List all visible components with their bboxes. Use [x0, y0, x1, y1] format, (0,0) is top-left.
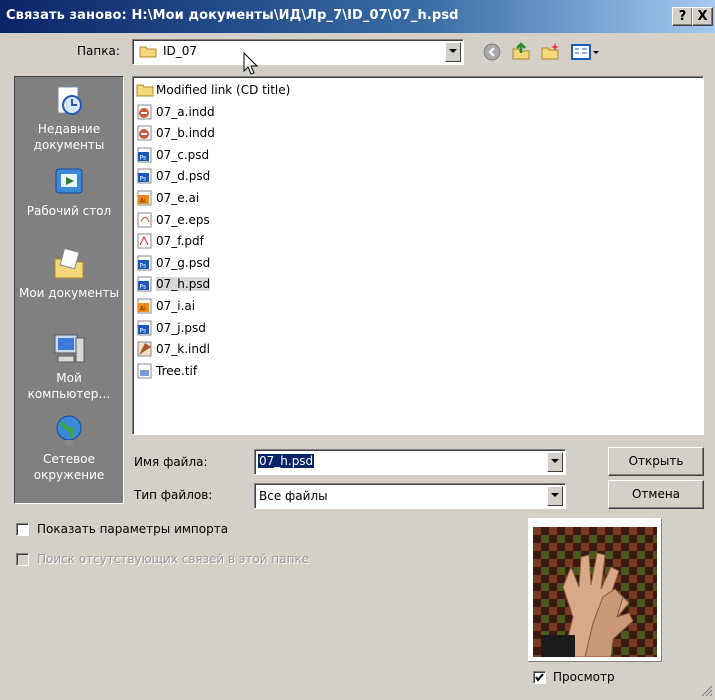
file-list-item[interactable]: 07_a.indd	[136, 102, 215, 122]
preview-label: Просмотр	[553, 670, 615, 684]
file-name: 07_h.psd	[156, 277, 211, 292]
show-import-checkbox[interactable]	[16, 523, 29, 536]
file-name: 07_e.eps	[156, 212, 210, 227]
file-name: 07_g.psd	[156, 255, 211, 270]
network-icon	[52, 413, 86, 447]
file-list-item[interactable]: 07_b.indd	[136, 123, 215, 143]
place-label: Мои документы	[18, 286, 120, 300]
filetype-label: Тип файлов:	[134, 488, 213, 502]
ai-file-icon: Ai	[136, 190, 154, 206]
filename-dropdown-button[interactable]	[547, 452, 563, 472]
file-name: 07_a.indd	[156, 104, 215, 119]
my-documents-icon	[52, 247, 86, 281]
cancel-button[interactable]: Отмена	[608, 480, 704, 509]
view-menu-icon[interactable]	[571, 43, 601, 61]
folder-icon	[139, 45, 157, 58]
place-recent-documents[interactable]: Недавние документы	[15, 83, 123, 153]
file-name: 07_d.psd	[156, 169, 211, 184]
window-title: Связать заново: H:\Мои документы\ИД\Лр_7…	[6, 8, 459, 23]
preview-image	[533, 527, 657, 657]
places-bar: Недавние документы Рабочий стол Мои доку…	[14, 76, 124, 504]
help-button[interactable]: ?	[672, 7, 693, 26]
file-list-item[interactable]: 07_k.indl	[136, 339, 210, 359]
place-desktop[interactable]: Рабочий стол	[15, 165, 123, 219]
folder-icon	[136, 82, 154, 98]
back-icon[interactable]	[483, 43, 501, 61]
place-label: Мой компьютер…	[27, 371, 111, 401]
psd-file-icon: Ps	[136, 147, 154, 163]
filetype-value: Все файлы	[259, 489, 328, 503]
svg-text:Ps: Ps	[140, 154, 147, 161]
file-list-item[interactable]: Ai 07_i.ai	[136, 296, 195, 316]
show-import-label: Показать параметры импорта	[37, 522, 229, 536]
folder-value: ID_07	[163, 44, 198, 58]
pdf-file-icon	[136, 233, 154, 249]
close-button[interactable]: X	[692, 7, 713, 26]
title-bar: Связать заново: H:\Мои документы\ИД\Лр_7…	[0, 0, 715, 33]
indl-file-icon	[136, 341, 154, 357]
svg-text:Ai: Ai	[140, 306, 146, 313]
preview-panel	[528, 518, 662, 662]
psd-file-icon: Ps	[136, 168, 154, 184]
eps-file-icon	[136, 212, 154, 228]
new-folder-icon[interactable]	[540, 42, 562, 62]
filename-input[interactable]: 07_h.psd	[258, 454, 315, 468]
indd-file-icon	[136, 125, 154, 141]
file-name: 07_c.psd	[156, 147, 210, 162]
desktop-icon	[52, 165, 86, 199]
psd-file-icon: Ps	[136, 320, 154, 336]
file-list-item[interactable]: Ps 07_d.psd	[136, 166, 210, 186]
psd-file-icon: Ps	[136, 255, 154, 271]
place-my-documents[interactable]: Мои документы	[15, 247, 123, 301]
place-network[interactable]: Сетевое окружение	[15, 413, 123, 483]
file-list-item[interactable]: 07_e.eps	[136, 210, 210, 230]
folder-label: Папка:	[77, 44, 120, 58]
folder-dropdown-button[interactable]	[445, 42, 461, 62]
my-computer-icon	[52, 332, 86, 366]
file-name: Tree.tif	[156, 363, 198, 378]
file-name: 07_i.ai	[156, 299, 196, 313]
file-name: 07_f.pdf	[156, 234, 204, 249]
svg-text:Ps: Ps	[140, 262, 147, 269]
file-name: Modified link (CD title)	[156, 83, 291, 97]
place-label: Сетевое окружение	[33, 452, 105, 482]
filename-combo[interactable]: 07_h.psd	[254, 449, 566, 475]
file-list-item[interactable]: Ai 07_e.ai	[136, 188, 199, 208]
svg-text:Ps: Ps	[140, 327, 147, 334]
preview-checkbox[interactable]	[533, 671, 546, 684]
file-name: 07_b.indd	[156, 126, 215, 141]
ai-file-icon: Ai	[136, 298, 154, 314]
file-list-item[interactable]: Ps 07_h.psd	[136, 274, 211, 294]
recent-documents-icon	[52, 83, 86, 117]
place-my-computer[interactable]: Мой компьютер…	[15, 332, 123, 402]
file-list-item[interactable]: 07_f.pdf	[136, 231, 204, 251]
find-missing-checkbox	[16, 553, 29, 566]
file-name: 07_k.indl	[156, 342, 210, 357]
svg-text:Ps: Ps	[140, 284, 147, 291]
file-list-item[interactable]: Ps 07_g.psd	[136, 253, 210, 273]
file-list-item[interactable]: Ps 07_j.psd	[136, 318, 206, 338]
open-button[interactable]: Открыть	[608, 447, 704, 476]
indd-file-icon	[136, 104, 154, 120]
file-list-item[interactable]: Ps 07_c.psd	[136, 145, 209, 165]
find-missing-label: Поиск отсутствующих связей в этой папке	[37, 552, 310, 566]
filetype-select[interactable]: Все файлы	[254, 483, 566, 509]
psd-file-icon: Ps	[136, 276, 154, 292]
filetype-dropdown-button[interactable]	[547, 486, 563, 506]
folder-combo[interactable]: ID_07	[132, 39, 464, 65]
file-list[interactable]: Modified link (CD title) 07_a.indd 07_b.in…	[132, 76, 704, 435]
resize-grip-icon[interactable]	[701, 685, 713, 697]
file-name: 07_j.psd	[156, 320, 206, 335]
svg-text:Ai: Ai	[140, 198, 146, 205]
file-name: 07_e.ai	[156, 191, 200, 205]
svg-text:Ps: Ps	[140, 176, 147, 183]
up-folder-icon[interactable]	[511, 41, 531, 61]
filename-label: Имя файла:	[134, 455, 208, 469]
mouse-cursor-icon	[243, 51, 259, 79]
place-label: Недавние документы	[33, 122, 105, 152]
file-list-item[interactable]: Tree.tif	[136, 361, 197, 381]
file-list-item[interactable]: Modified link (CD title)	[136, 80, 290, 100]
place-label: Рабочий стол	[26, 204, 112, 218]
tif-file-icon	[136, 363, 154, 379]
